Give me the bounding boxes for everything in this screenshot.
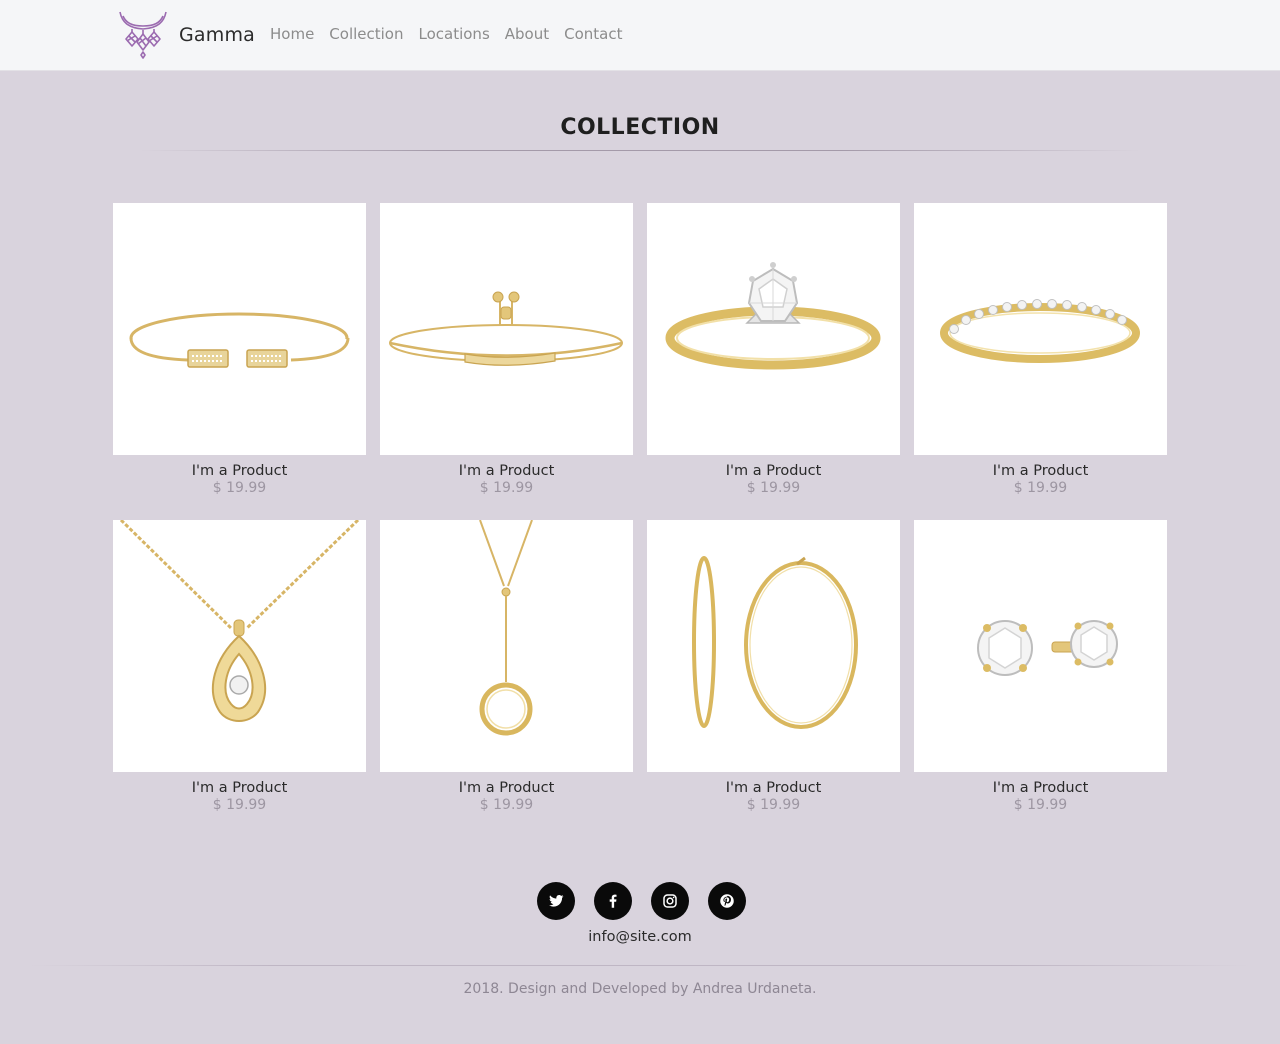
pinterest-icon bbox=[720, 894, 734, 908]
necklace-icon bbox=[119, 11, 167, 59]
footer-divider bbox=[30, 965, 1250, 966]
nav-item: Locations bbox=[419, 24, 490, 43]
circle-lariat-necklace-icon bbox=[479, 520, 533, 736]
pendant-necklace-icon bbox=[119, 520, 360, 722]
eternity-band-icon bbox=[940, 299, 1140, 363]
stud-earrings-icon bbox=[977, 620, 1118, 676]
solitaire-ring-icon bbox=[665, 262, 881, 370]
brand-link[interactable]: Gamma bbox=[118, 10, 255, 60]
cuff-bracelet-icon bbox=[113, 312, 366, 379]
nav-link-contact[interactable]: Contact bbox=[564, 25, 622, 43]
product-image[interactable] bbox=[914, 520, 1167, 772]
title-divider bbox=[140, 150, 1140, 151]
product-card[interactable]: I'm a Product $ 19.99 bbox=[647, 520, 900, 813]
product-card[interactable]: I'm a Product $ 19.99 bbox=[113, 203, 366, 496]
facebook-icon bbox=[609, 894, 617, 908]
nav-link-collection[interactable]: Collection bbox=[329, 25, 403, 43]
product-price: $ 19.99 bbox=[1013, 480, 1068, 496]
section-title: COLLECTION bbox=[560, 115, 720, 140]
product-price: $ 19.99 bbox=[1013, 797, 1068, 813]
instagram-icon bbox=[663, 894, 677, 908]
product-name[interactable]: I'm a Product bbox=[380, 463, 633, 479]
nav-item: Collection bbox=[329, 24, 403, 43]
twitter-icon bbox=[549, 895, 564, 907]
social-links bbox=[537, 882, 746, 920]
product-card[interactable]: I'm a Product $ 19.99 bbox=[647, 203, 900, 496]
hoop-earrings-icon bbox=[692, 556, 858, 729]
product-image[interactable] bbox=[113, 520, 366, 772]
product-price: $ 19.99 bbox=[479, 797, 534, 813]
facebook-link[interactable] bbox=[594, 882, 632, 920]
product-name[interactable]: I'm a Product bbox=[113, 463, 366, 479]
product-name[interactable]: I'm a Product bbox=[914, 463, 1167, 479]
product-name[interactable]: I'm a Product bbox=[380, 780, 633, 796]
product-image[interactable] bbox=[647, 520, 900, 772]
product-card[interactable]: I'm a Product $ 19.99 bbox=[914, 520, 1167, 813]
product-price: $ 19.99 bbox=[479, 480, 534, 496]
product-price: $ 19.99 bbox=[212, 797, 267, 813]
brand-name: Gamma bbox=[179, 24, 256, 46]
product-price: $ 19.99 bbox=[212, 480, 267, 496]
product-price: $ 19.99 bbox=[746, 797, 801, 813]
product-image[interactable] bbox=[647, 203, 900, 455]
product-card[interactable]: I'm a Product $ 19.99 bbox=[914, 203, 1167, 496]
chain-bracelet-icon bbox=[389, 291, 623, 366]
navbar: Gamma Home Collection Locations About Co… bbox=[0, 0, 1280, 71]
nav-item: Contact bbox=[564, 24, 622, 43]
product-image[interactable] bbox=[914, 203, 1167, 455]
nav-link-locations[interactable]: Locations bbox=[419, 25, 490, 43]
nav-link-home[interactable]: Home bbox=[270, 25, 314, 43]
product-name[interactable]: I'm a Product bbox=[647, 780, 900, 796]
product-name[interactable]: I'm a Product bbox=[914, 780, 1167, 796]
product-image[interactable] bbox=[380, 203, 633, 455]
instagram-link[interactable] bbox=[651, 882, 689, 920]
nav-item: About bbox=[505, 24, 549, 43]
main-nav: Home Collection Locations About Contact bbox=[270, 24, 622, 43]
product-image[interactable] bbox=[113, 203, 366, 455]
product-name[interactable]: I'm a Product bbox=[647, 463, 900, 479]
product-card[interactable]: I'm a Product $ 19.99 bbox=[113, 520, 366, 813]
footer-credit: 2018. Design and Developed by Andrea Urd… bbox=[463, 981, 817, 997]
twitter-link[interactable] bbox=[537, 882, 575, 920]
nav-item: Home bbox=[270, 24, 314, 43]
product-card[interactable]: I'm a Product $ 19.99 bbox=[380, 203, 633, 496]
product-name[interactable]: I'm a Product bbox=[113, 780, 366, 796]
footer-email[interactable]: info@site.com bbox=[0, 929, 1280, 945]
product-price: $ 19.99 bbox=[746, 480, 801, 496]
pinterest-link[interactable] bbox=[708, 882, 746, 920]
product-image[interactable] bbox=[380, 520, 633, 772]
nav-link-about[interactable]: About bbox=[505, 25, 549, 43]
product-card[interactable]: I'm a Product $ 19.99 bbox=[380, 520, 633, 813]
